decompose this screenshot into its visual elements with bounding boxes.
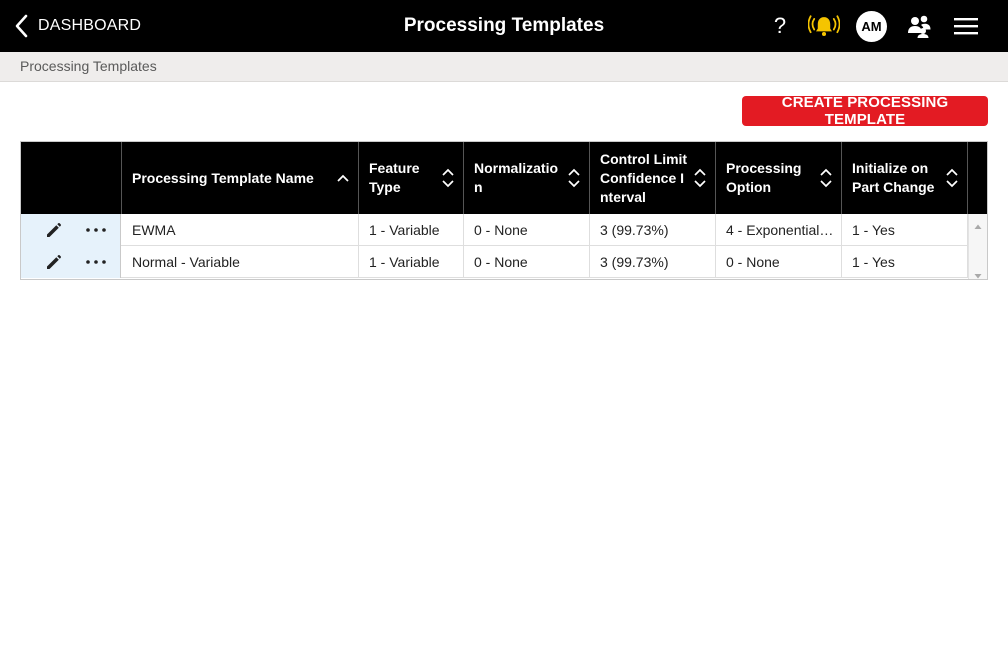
cell-normalization: 0 - None bbox=[464, 214, 590, 246]
table-row[interactable]: Normal - Variable 1 - Variable 0 - None … bbox=[21, 246, 968, 278]
column-header-name[interactable]: Processing Template Name bbox=[122, 142, 359, 214]
column-header-label: Control Limit Confidence Interval bbox=[600, 150, 688, 205]
processing-templates-table: Processing Template Name Feature Type No… bbox=[20, 141, 988, 280]
cell-template-name: EWMA bbox=[122, 214, 359, 246]
sort-toggle-icon[interactable] bbox=[693, 142, 707, 214]
column-header-confidence-interval[interactable]: Control Limit Confidence Interval bbox=[590, 142, 716, 214]
vertical-scrollbar[interactable] bbox=[968, 214, 987, 279]
help-icon[interactable]: ? bbox=[764, 10, 796, 42]
column-header-label: Initialize on Part Change bbox=[852, 160, 935, 195]
cell-feature-type: 1 - Variable bbox=[359, 246, 464, 278]
table-row[interactable]: EWMA 1 - Variable 0 - None 3 (99.73%) 4 … bbox=[21, 214, 968, 246]
sort-toggle-icon[interactable] bbox=[945, 142, 959, 214]
column-header-label: Processing Option bbox=[726, 160, 802, 195]
sort-toggle-icon[interactable] bbox=[441, 142, 455, 214]
back-to-dashboard-button[interactable]: DASHBOARD bbox=[14, 10, 141, 42]
more-options-icon[interactable] bbox=[84, 252, 108, 272]
breadcrumb-current: Processing Templates bbox=[20, 58, 157, 74]
edit-pencil-icon[interactable] bbox=[44, 252, 64, 272]
scroll-down-arrow-icon[interactable] bbox=[974, 267, 982, 279]
column-header-feature-type[interactable]: Feature Type bbox=[359, 142, 464, 214]
hamburger-menu-icon[interactable] bbox=[950, 10, 982, 42]
more-options-icon[interactable] bbox=[84, 220, 108, 240]
cell-confidence-interval: 3 (99.73%) bbox=[590, 214, 716, 246]
scrollbar-header-spacer bbox=[968, 142, 987, 214]
column-header-label: Feature Type bbox=[369, 160, 420, 195]
column-header-initialize[interactable]: Initialize on Part Change bbox=[842, 142, 968, 214]
users-icon[interactable] bbox=[903, 10, 935, 42]
breadcrumb: Processing Templates bbox=[0, 52, 1008, 82]
row-actions bbox=[21, 246, 121, 278]
back-label: DASHBOARD bbox=[38, 17, 142, 34]
chevron-left-icon bbox=[15, 14, 28, 38]
cell-confidence-interval: 3 (99.73%) bbox=[590, 246, 716, 278]
cell-initialize: 1 - Yes bbox=[842, 246, 968, 278]
column-header-label: Normalization bbox=[474, 160, 559, 195]
table-header: Processing Template Name Feature Type No… bbox=[21, 142, 987, 214]
user-avatar[interactable]: AM bbox=[856, 11, 887, 42]
row-actions bbox=[21, 214, 121, 246]
column-header-processing-option[interactable]: Processing Option bbox=[716, 142, 842, 214]
scroll-up-arrow-icon[interactable] bbox=[974, 218, 982, 229]
cell-processing-option: 4 - Exponential… bbox=[716, 214, 842, 246]
cell-template-name: Normal - Variable bbox=[122, 246, 359, 278]
cell-normalization: 0 - None bbox=[464, 246, 590, 278]
sort-toggle-icon[interactable] bbox=[819, 142, 833, 214]
top-app-bar: DASHBOARD Processing Templates ? AM bbox=[0, 0, 1008, 52]
edit-pencil-icon[interactable] bbox=[44, 220, 64, 240]
cell-processing-option: 0 - None bbox=[716, 246, 842, 278]
alarm-bell-icon[interactable] bbox=[808, 10, 840, 42]
sort-ascending-icon[interactable] bbox=[336, 142, 350, 214]
column-header-label: Processing Template Name bbox=[132, 169, 314, 186]
create-processing-template-button[interactable]: CREATE PROCESSING TEMPLATE bbox=[742, 94, 988, 128]
column-header-normalization[interactable]: Normalization bbox=[464, 142, 590, 214]
sort-toggle-icon[interactable] bbox=[567, 142, 581, 214]
column-header-actions bbox=[21, 142, 122, 214]
cell-feature-type: 1 - Variable bbox=[359, 214, 464, 246]
cell-initialize: 1 - Yes bbox=[842, 214, 968, 246]
